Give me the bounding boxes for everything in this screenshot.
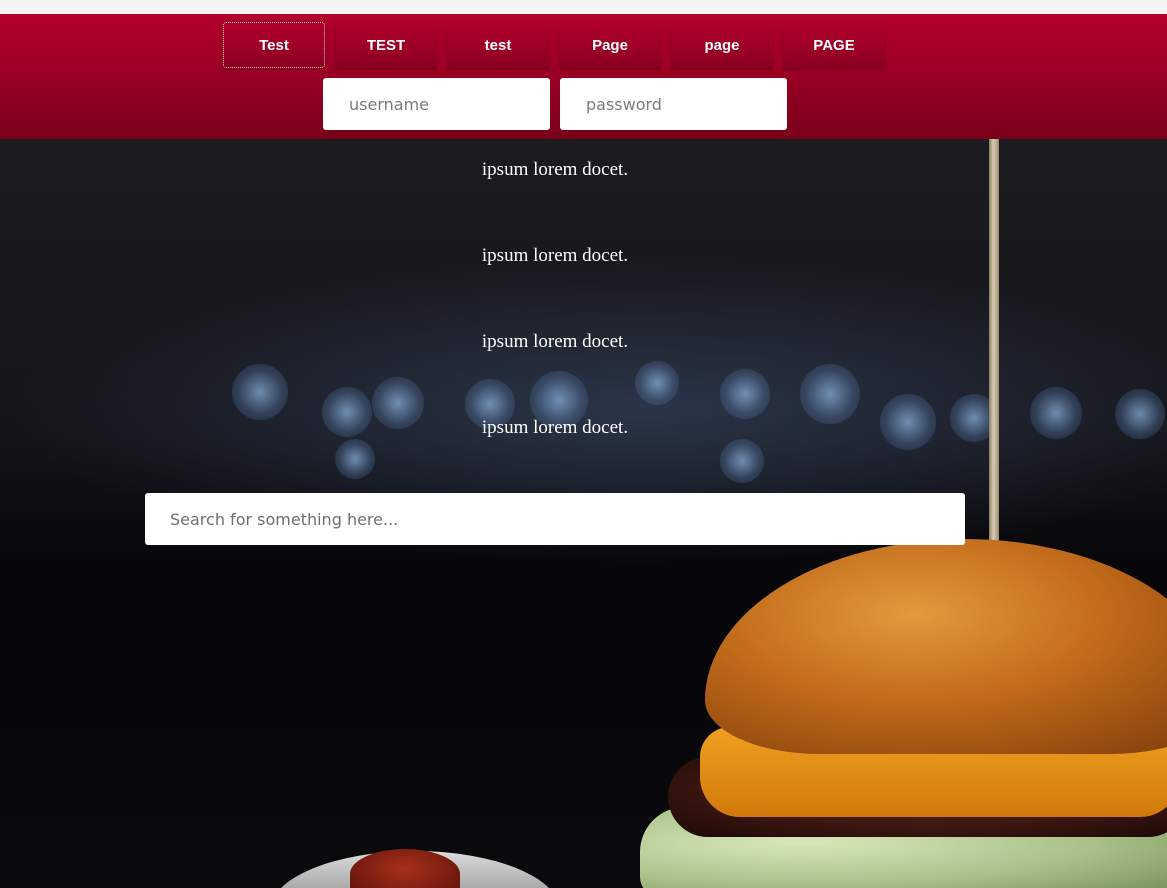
burger-top-bun — [705, 539, 1167, 754]
search-input[interactable] — [145, 493, 965, 545]
hero-text-line: ipsum lorem docet. — [481, 245, 629, 266]
nav-item-test[interactable]: Test — [223, 22, 325, 68]
site-header: Test TEST test Page page PAGE — [0, 14, 1167, 139]
nav-item-test-lower[interactable]: test — [447, 22, 549, 68]
hero-text-line: ipsum lorem docet. — [481, 417, 629, 438]
username-field[interactable] — [323, 78, 550, 130]
main-nav: Test TEST test Page page PAGE — [223, 22, 885, 68]
hero-text-line: ipsum lorem docet. — [481, 331, 629, 352]
nav-item-page[interactable]: Page — [559, 22, 661, 68]
nav-item-test-upper[interactable]: TEST — [335, 22, 437, 68]
nav-item-page-upper[interactable]: PAGE — [783, 22, 885, 68]
login-form — [323, 78, 787, 130]
nav-item-page-lower[interactable]: page — [671, 22, 773, 68]
hero-section: ipsum lorem docet. ipsum lorem docet. ip… — [0, 139, 1167, 888]
hero-text-line: ipsum lorem docet. — [481, 159, 629, 180]
password-field[interactable] — [560, 78, 787, 130]
top-strip — [0, 0, 1167, 14]
